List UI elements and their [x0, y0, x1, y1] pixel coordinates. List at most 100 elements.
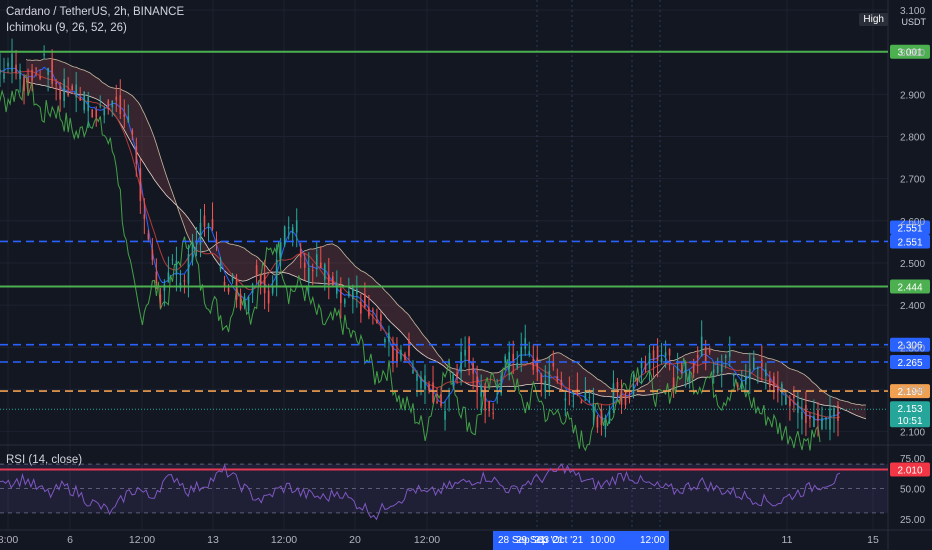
candle-body: [436, 401, 438, 403]
rsi-tick-label: 25.00: [900, 515, 925, 526]
candle-body: [504, 356, 507, 363]
price-tick-label: 2.200: [900, 385, 925, 396]
candle-body: [360, 301, 362, 314]
candle-body: [568, 388, 571, 390]
candle-body: [11, 53, 13, 72]
candle-body: [476, 376, 478, 393]
candle-body: [331, 276, 334, 286]
candle-body: [809, 415, 811, 420]
candle-body: [63, 79, 65, 102]
candle-body: [352, 286, 354, 300]
candle-body: [420, 376, 422, 389]
candle-body: [708, 350, 711, 353]
candle-body: [412, 370, 414, 374]
candle-body: [315, 254, 318, 265]
candle-body: [99, 105, 102, 107]
candle-body: [404, 353, 406, 360]
time-axis: 8:00 6 12:00 13 12:00 20 12:00 11 1528 Sep '2129…: [0, 529, 932, 550]
candle-body: [227, 288, 230, 292]
candle-body: [700, 336, 703, 357]
candle-body: [712, 369, 715, 373]
candle-body: [311, 270, 314, 272]
candle-body: [805, 405, 807, 424]
time-tick-label-overlap: 03 Oct '21: [538, 535, 584, 546]
candle-body: [91, 109, 94, 118]
time-tick-label: 11: [782, 534, 793, 546]
time-tick-label: 15: [867, 534, 879, 546]
candle-body: [67, 91, 69, 96]
candle-body: [468, 337, 470, 364]
candle-body: [588, 397, 591, 399]
candle-body: [187, 254, 190, 284]
candle-body: [456, 372, 458, 377]
candle-body: [424, 375, 426, 390]
price-tick-label: 2.100: [900, 428, 925, 439]
candle-body: [356, 289, 358, 295]
candle-body: [528, 351, 531, 355]
rsi-panel: [0, 463, 888, 521]
time-tick-label: 12:00: [271, 534, 297, 546]
candle-body: [384, 338, 386, 343]
level-badge-text: 2.444: [897, 283, 922, 294]
candle-body: [243, 304, 246, 307]
candle-body: [732, 373, 735, 377]
candle-body: [821, 417, 823, 429]
candle-body: [616, 381, 619, 388]
candle-body: [372, 309, 374, 311]
candle-body: [259, 274, 262, 285]
time-tick-label: 6: [67, 534, 73, 546]
time-tick-label-overlap: 10:00: [590, 535, 615, 546]
price-tick-label: 2.500: [900, 259, 925, 270]
indicator-label[interactable]: Ichimoku (9, 26, 52, 26): [6, 22, 127, 34]
candle-body: [736, 384, 739, 388]
candle-body: [396, 350, 398, 362]
candle-body: [688, 373, 691, 383]
candle-body: [620, 391, 623, 405]
candle-body: [752, 357, 755, 370]
chart-title: Cardano / TetherUS, 2h, BINANCE: [6, 6, 185, 18]
chart-canvas[interactable]: 3.0012.5512.4442.3062.2652.1962.0102.551…: [0, 0, 932, 550]
candle-body: [119, 95, 122, 114]
candle-body: [596, 416, 599, 428]
rsi-label[interactable]: RSI (14, close): [6, 454, 82, 466]
price-tick-label: 2.700: [900, 175, 925, 186]
candle-body: [380, 314, 382, 321]
candle-body: [580, 401, 583, 404]
candle-body: [239, 294, 242, 309]
time-tick-label: 8:00: [0, 534, 18, 546]
price-tick-label: 3.000: [900, 48, 925, 59]
candle-body: [444, 410, 446, 420]
candle-body: [524, 338, 527, 350]
candle-body: [672, 377, 675, 386]
candle-body: [797, 401, 799, 413]
candle-body: [43, 54, 45, 56]
candle-body: [837, 405, 839, 422]
candle-body: [668, 349, 671, 356]
countdown-text: 10:51: [897, 416, 922, 427]
candle-body: [801, 411, 803, 420]
candle-body: [171, 259, 174, 261]
currency-label: USDT: [901, 17, 927, 27]
candle-body: [3, 73, 5, 79]
price-axis: 2.100 2.200 2.300 2.400 2.500 2.600 2.700 2.800…: [900, 6, 925, 526]
candle-body: [496, 393, 498, 395]
candle-body: [75, 84, 77, 98]
candle-body: [761, 359, 763, 367]
candle-body: [744, 376, 747, 385]
candle-body: [829, 408, 831, 430]
price-tick-label: 2.900: [900, 90, 925, 101]
time-tick-label: 13: [207, 534, 219, 546]
candle-body: [660, 358, 663, 363]
candle-body: [267, 290, 270, 304]
candle-body: [103, 109, 106, 116]
candle-body: [716, 366, 719, 373]
candle-body: [813, 416, 815, 427]
candle-body: [769, 378, 771, 387]
candle-body: [720, 365, 723, 372]
candle-body: [516, 362, 519, 368]
candle-body: [532, 358, 535, 370]
candle-body: [740, 381, 743, 390]
time-tick-label-overlap: 12:00: [640, 535, 665, 546]
candle-body: [600, 409, 603, 426]
candle-body: [472, 362, 474, 374]
